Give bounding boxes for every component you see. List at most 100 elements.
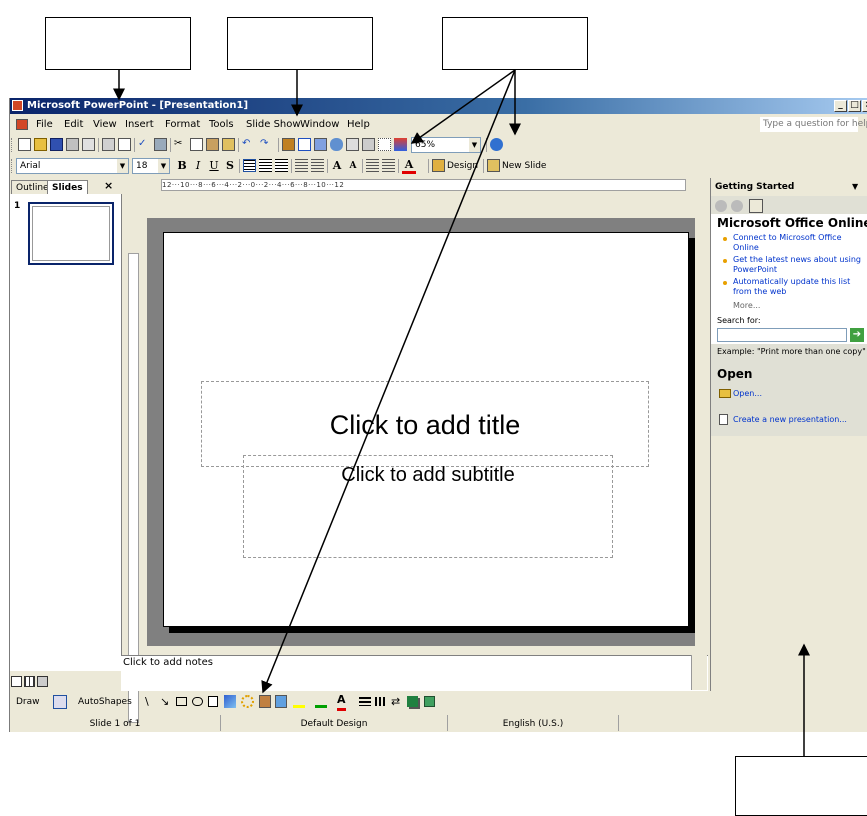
- draw-menu-button[interactable]: Draw: [16, 692, 40, 712]
- menu-view[interactable]: View: [93, 115, 117, 134]
- back-icon[interactable]: [715, 200, 727, 212]
- close-icon[interactable]: ×: [104, 179, 113, 192]
- line-icon[interactable]: \: [145, 692, 149, 712]
- menu-edit[interactable]: Edit: [64, 115, 83, 134]
- insert-chart-icon[interactable]: [282, 138, 295, 151]
- picture-icon[interactable]: [275, 695, 287, 708]
- permission-icon[interactable]: [66, 138, 79, 151]
- arrow-style-icon[interactable]: ⇄: [391, 692, 400, 712]
- email-icon[interactable]: [82, 138, 95, 151]
- rectangle-icon[interactable]: [176, 697, 187, 706]
- normal-view-icon[interactable]: [11, 676, 22, 687]
- forward-icon[interactable]: [731, 200, 743, 212]
- link-connect-office-online[interactable]: Connect to Microsoft Office Online: [733, 233, 867, 253]
- increase-font-size-button[interactable]: A: [330, 158, 344, 174]
- menu-window[interactable]: Window: [300, 115, 339, 134]
- minimize-button[interactable]: _: [834, 100, 847, 112]
- cut-icon[interactable]: ✂: [174, 138, 187, 151]
- menu-insert[interactable]: Insert: [125, 115, 154, 134]
- chevron-down-icon[interactable]: ▼: [117, 159, 128, 173]
- copy-icon[interactable]: [190, 138, 203, 151]
- text-box-icon[interactable]: [208, 696, 218, 707]
- line-color-icon[interactable]: [315, 695, 327, 708]
- shadow-button[interactable]: S: [223, 158, 237, 174]
- tab-slides[interactable]: Slides: [47, 180, 88, 194]
- diagram-icon[interactable]: [241, 695, 254, 708]
- link-latest-news[interactable]: Get the latest news about using PowerPoi…: [733, 255, 867, 275]
- shadow-style-icon[interactable]: [407, 696, 418, 707]
- align-center-icon[interactable]: [259, 159, 272, 172]
- align-left-icon[interactable]: [243, 159, 256, 172]
- insert-hyperlink-icon[interactable]: [330, 138, 343, 151]
- menu-slide-show[interactable]: Slide Show: [246, 115, 301, 134]
- expand-all-icon[interactable]: [346, 138, 359, 151]
- line-style-icon[interactable]: [359, 697, 371, 706]
- new-icon[interactable]: [18, 138, 31, 151]
- chevron-down-icon[interactable]: ▼: [158, 159, 169, 173]
- design-icon[interactable]: [432, 159, 445, 172]
- menu-help[interactable]: Help: [347, 115, 370, 134]
- link-open[interactable]: Open...: [733, 389, 867, 399]
- underline-button[interactable]: U: [207, 158, 221, 174]
- menu-file[interactable]: File: [36, 115, 53, 134]
- zoom-select[interactable]: 65% ▼: [411, 137, 481, 153]
- chevron-down-icon[interactable]: ▼: [852, 178, 858, 196]
- new-slide-button[interactable]: New Slide: [502, 158, 546, 174]
- 3d-style-icon[interactable]: [424, 696, 435, 707]
- save-icon[interactable]: [50, 138, 63, 151]
- bullets-icon[interactable]: [311, 159, 324, 172]
- notes-scrollbar[interactable]: [691, 655, 707, 690]
- research-icon[interactable]: [154, 138, 167, 151]
- print-preview-icon[interactable]: [118, 138, 131, 151]
- slide-thumbnail[interactable]: [28, 202, 114, 265]
- color-grayscale-icon[interactable]: [394, 138, 407, 151]
- open-icon[interactable]: [34, 138, 47, 151]
- print-icon[interactable]: [102, 138, 115, 151]
- select-objects-icon[interactable]: [53, 695, 67, 709]
- font-color-button[interactable]: A: [402, 158, 416, 174]
- notes-pane[interactable]: Click to add notes: [121, 655, 708, 691]
- italic-button[interactable]: I: [191, 158, 205, 174]
- menu-tools[interactable]: Tools: [209, 115, 234, 134]
- powerpoint-icon[interactable]: [12, 100, 23, 111]
- redo-icon[interactable]: ↷: [260, 138, 273, 151]
- oval-icon[interactable]: [192, 697, 203, 706]
- link-more[interactable]: More...: [733, 301, 867, 311]
- insert-table-icon[interactable]: [298, 138, 311, 151]
- tables-borders-icon[interactable]: [314, 138, 327, 151]
- dash-style-icon[interactable]: [375, 697, 387, 706]
- spelling-icon[interactable]: ✓: [138, 138, 151, 151]
- help-search-input[interactable]: Type a question for help: [760, 117, 867, 132]
- home-icon[interactable]: [749, 199, 763, 213]
- autoshapes-button[interactable]: AutoShapes: [78, 692, 132, 712]
- undo-icon[interactable]: ↶: [242, 138, 255, 151]
- new-slide-icon[interactable]: [487, 159, 500, 172]
- paste-icon[interactable]: [206, 138, 219, 151]
- font-color-icon[interactable]: A: [337, 692, 346, 711]
- maximize-button[interactable]: □: [848, 100, 861, 112]
- font-size-select[interactable]: 18 ▼: [132, 158, 170, 174]
- help-icon[interactable]: [490, 138, 503, 151]
- fill-color-icon[interactable]: [293, 695, 305, 708]
- font-select[interactable]: Arial ▼: [16, 158, 129, 174]
- increase-indent-icon[interactable]: [382, 159, 395, 172]
- chevron-down-icon[interactable]: ▼: [469, 138, 480, 152]
- close-button[interactable]: ×: [862, 100, 867, 112]
- menu-format[interactable]: Format: [165, 115, 200, 134]
- vertical-ruler[interactable]: [128, 253, 139, 723]
- format-painter-icon[interactable]: [222, 138, 235, 151]
- show-formatting-icon[interactable]: [362, 138, 375, 151]
- show-grid-icon[interactable]: [378, 138, 391, 151]
- decrease-indent-icon[interactable]: [366, 159, 379, 172]
- link-create-new[interactable]: Create a new presentation...: [733, 415, 867, 425]
- search-input[interactable]: [717, 328, 847, 342]
- wordart-icon[interactable]: [224, 695, 236, 708]
- toolbar-grip[interactable]: [11, 159, 15, 173]
- design-button[interactable]: Design: [447, 158, 478, 174]
- slide-sorter-view-icon[interactable]: [24, 676, 35, 687]
- document-icon[interactable]: [16, 119, 28, 130]
- search-go-icon[interactable]: ➔: [850, 328, 864, 342]
- clip-art-icon[interactable]: [259, 695, 271, 708]
- numbering-icon[interactable]: [295, 159, 308, 172]
- decrease-font-size-button[interactable]: A: [346, 158, 360, 174]
